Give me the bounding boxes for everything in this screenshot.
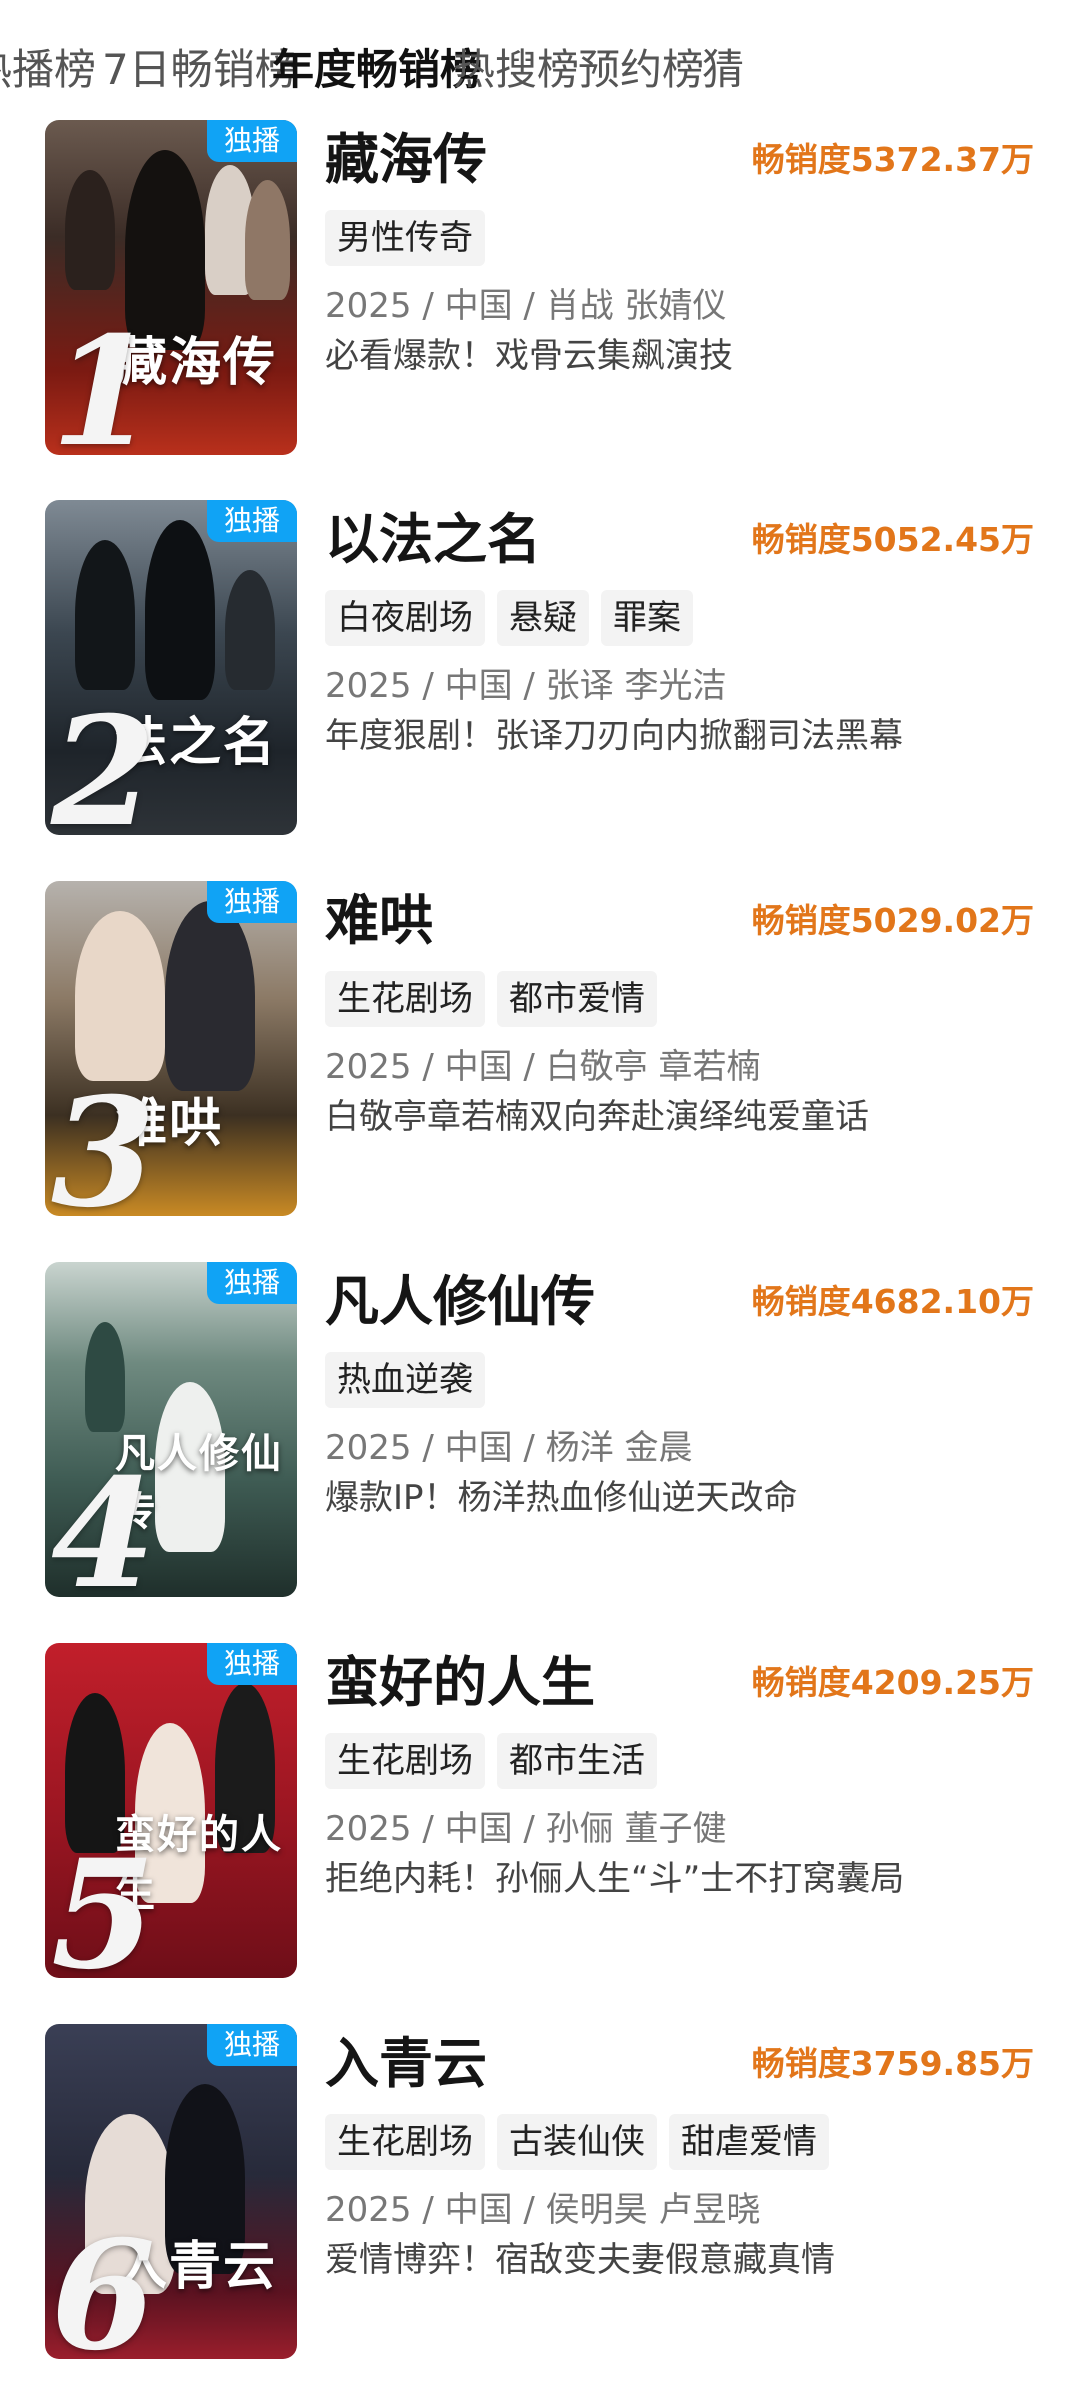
genre-tag[interactable]: 热血逆袭 xyxy=(325,1352,485,1408)
tab-hot[interactable]: 热播榜 xyxy=(0,40,96,100)
list-item[interactable]: 蛮好的人生 5 独播 蛮好的人生 畅销度4209.25万 生花剧场 都市生活 20… xyxy=(0,1643,1080,1983)
list-item[interactable]: 藏海传 1 独播 藏海传 畅销度5372.37万 男性传奇 2025 / 中国 … xyxy=(0,120,1080,460)
rank-number: 4 xyxy=(51,1446,156,1597)
show-meta: 2025 / 中国 / 白敬亭 章若楠 xyxy=(325,1047,761,1087)
sales-score: 畅销度4682.10万 xyxy=(751,1282,1034,1321)
rank-number: 5 xyxy=(51,1827,156,1978)
tab-hot-search[interactable]: 热搜榜 xyxy=(453,40,579,100)
show-meta: 2025 / 中国 / 侯明昊 卢昱晓 xyxy=(325,2190,761,2230)
genre-tag[interactable]: 男性传奇 xyxy=(325,210,485,266)
show-meta: 2025 / 中国 / 张译 李光洁 xyxy=(325,666,727,706)
tab-7day-bestseller[interactable]: 7日畅销榜 xyxy=(102,40,297,100)
list-item[interactable]: 难哄 3 独播 难哄 畅销度5029.02万 生花剧场 都市爱情 2025 / 中… xyxy=(0,881,1080,1221)
tab-more[interactable]: 猜 xyxy=(702,40,744,100)
show-description: 爆款IP！杨洋热血修仙逆天改命 xyxy=(325,1478,798,1518)
show-title[interactable]: 入青云 xyxy=(325,2032,487,2096)
exclusive-badge: 独播 xyxy=(207,881,297,923)
tag-list: 白夜剧场 悬疑 罪案 xyxy=(325,590,705,646)
rank-number: 3 xyxy=(51,1065,156,1216)
genre-tag[interactable]: 生花剧场 xyxy=(325,1733,485,1789)
tag-list: 热血逆袭 xyxy=(325,1352,497,1408)
show-description: 必看爆款！戏骨云集飙演技 xyxy=(325,336,733,376)
exclusive-badge: 独播 xyxy=(207,2024,297,2066)
list-item[interactable]: 凡人修仙传 4 独播 凡人修仙传 畅销度4682.10万 热血逆袭 2025 /… xyxy=(0,1262,1080,1602)
genre-tag[interactable]: 生花剧场 xyxy=(325,971,485,1027)
chart-tab-bar: 热播榜 7日畅销榜 年度畅销榜 热搜榜 预约榜 猜 xyxy=(0,0,1080,125)
list-item[interactable]: 法之名 2 独播 以法之名 畅销度5052.45万 白夜剧场 悬疑 罪案 2025 … xyxy=(0,500,1080,840)
show-title[interactable]: 藏海传 xyxy=(325,128,487,192)
tab-reservation[interactable]: 预约榜 xyxy=(578,40,704,100)
poster-image[interactable]: 凡人修仙传 4 独播 xyxy=(45,1262,297,1597)
poster-image[interactable]: 法之名 2 独播 xyxy=(45,500,297,835)
genre-tag[interactable]: 生花剧场 xyxy=(325,2114,485,2170)
show-title[interactable]: 以法之名 xyxy=(325,508,541,572)
show-meta: 2025 / 中国 / 孙俪 董子健 xyxy=(325,1809,727,1849)
genre-tag[interactable]: 甜虐爱情 xyxy=(669,2114,829,2170)
poster-image[interactable]: 难哄 3 独播 xyxy=(45,881,297,1216)
show-meta: 2025 / 中国 / 肖战 张婧仪 xyxy=(325,286,727,326)
tag-list: 生花剧场 都市爱情 xyxy=(325,971,669,1027)
rank-number: 6 xyxy=(51,2208,156,2359)
show-meta: 2025 / 中国 / 杨洋 金晨 xyxy=(325,1428,693,1468)
sales-score: 畅销度5372.37万 xyxy=(751,140,1034,179)
exclusive-badge: 独播 xyxy=(207,500,297,542)
genre-tag[interactable]: 悬疑 xyxy=(497,590,589,646)
show-description: 拒绝内耗！孙俪人生“斗”士不打窝囊局 xyxy=(325,1859,905,1899)
tag-list: 男性传奇 xyxy=(325,210,497,266)
rank-number: 1 xyxy=(51,304,156,455)
sales-score: 畅销度5052.45万 xyxy=(751,520,1034,559)
poster-image[interactable]: 入青云 6 独播 xyxy=(45,2024,297,2359)
exclusive-badge: 独播 xyxy=(207,1643,297,1685)
genre-tag[interactable]: 罪案 xyxy=(601,590,693,646)
sales-score: 畅销度5029.02万 xyxy=(751,901,1034,940)
sales-score: 畅销度3759.85万 xyxy=(751,2044,1034,2083)
tab-annual-bestseller[interactable]: 年度畅销榜 xyxy=(272,40,482,100)
show-description: 白敬亭章若楠双向奔赴演绎纯爱童话 xyxy=(325,1097,869,1137)
exclusive-badge: 独播 xyxy=(207,1262,297,1304)
show-title[interactable]: 蛮好的人生 xyxy=(325,1651,595,1715)
poster-image[interactable]: 蛮好的人生 5 独播 xyxy=(45,1643,297,1978)
genre-tag[interactable]: 古装仙侠 xyxy=(497,2114,657,2170)
show-title[interactable]: 凡人修仙传 xyxy=(325,1270,595,1334)
tag-list: 生花剧场 都市生活 xyxy=(325,1733,669,1789)
genre-tag[interactable]: 白夜剧场 xyxy=(325,590,485,646)
list-item[interactable]: 入青云 6 独播 入青云 畅销度3759.85万 生花剧场 古装仙侠 甜虐爱情 20… xyxy=(0,2024,1080,2364)
show-description: 爱情博弈！宿敌变夫妻假意藏真情 xyxy=(325,2240,835,2280)
exclusive-badge: 独播 xyxy=(207,120,297,162)
sales-score: 畅销度4209.25万 xyxy=(751,1663,1034,1702)
genre-tag[interactable]: 都市生活 xyxy=(497,1733,657,1789)
show-description: 年度狠剧！张译刀刃向内掀翻司法黑幕 xyxy=(325,716,903,756)
genre-tag[interactable]: 都市爱情 xyxy=(497,971,657,1027)
show-title[interactable]: 难哄 xyxy=(325,889,433,953)
poster-image[interactable]: 藏海传 1 独播 xyxy=(45,120,297,455)
tag-list: 生花剧场 古装仙侠 甜虐爱情 xyxy=(325,2114,841,2170)
rank-number: 2 xyxy=(51,684,156,835)
